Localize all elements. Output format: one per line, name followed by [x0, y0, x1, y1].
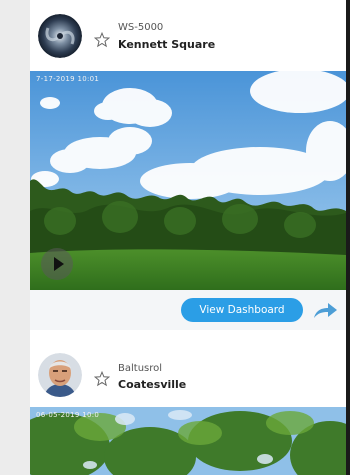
station-name: WS-5000 — [118, 22, 164, 33]
feed-list: WS-5000 Kennett Square 7-17-2019 10:01 V… — [30, 0, 350, 475]
station-avatar[interactable] — [38, 353, 82, 397]
share-arrow-icon[interactable] — [312, 302, 338, 320]
card-action-bar: View Dashboard — [30, 290, 346, 330]
station-card-ws5000[interactable]: WS-5000 Kennett Square 7-17-2019 10:01 V… — [30, 0, 346, 330]
favorite-star-icon[interactable] — [94, 32, 110, 48]
view-dashboard-button[interactable]: View Dashboard — [181, 298, 303, 322]
station-location: Coatesville — [118, 378, 187, 391]
station-card-baltusrol[interactable]: Baltusrol Coatesville 06-05-2019 10:0 — [30, 345, 346, 475]
camera-timestamp: 06-05-2019 10:0 — [36, 411, 100, 419]
favorite-star-icon[interactable] — [94, 371, 110, 387]
camera-image[interactable]: 7-17-2019 10:01 — [30, 71, 346, 290]
camera-image[interactable]: 06-05-2019 10:0 — [30, 407, 346, 475]
station-name: Baltusrol — [118, 363, 163, 374]
camera-timestamp: 7-17-2019 10:01 — [36, 75, 100, 83]
play-button[interactable] — [41, 248, 73, 280]
station-location: Kennett Square — [118, 38, 216, 51]
play-icon — [54, 257, 64, 271]
station-avatar[interactable] — [38, 14, 82, 58]
